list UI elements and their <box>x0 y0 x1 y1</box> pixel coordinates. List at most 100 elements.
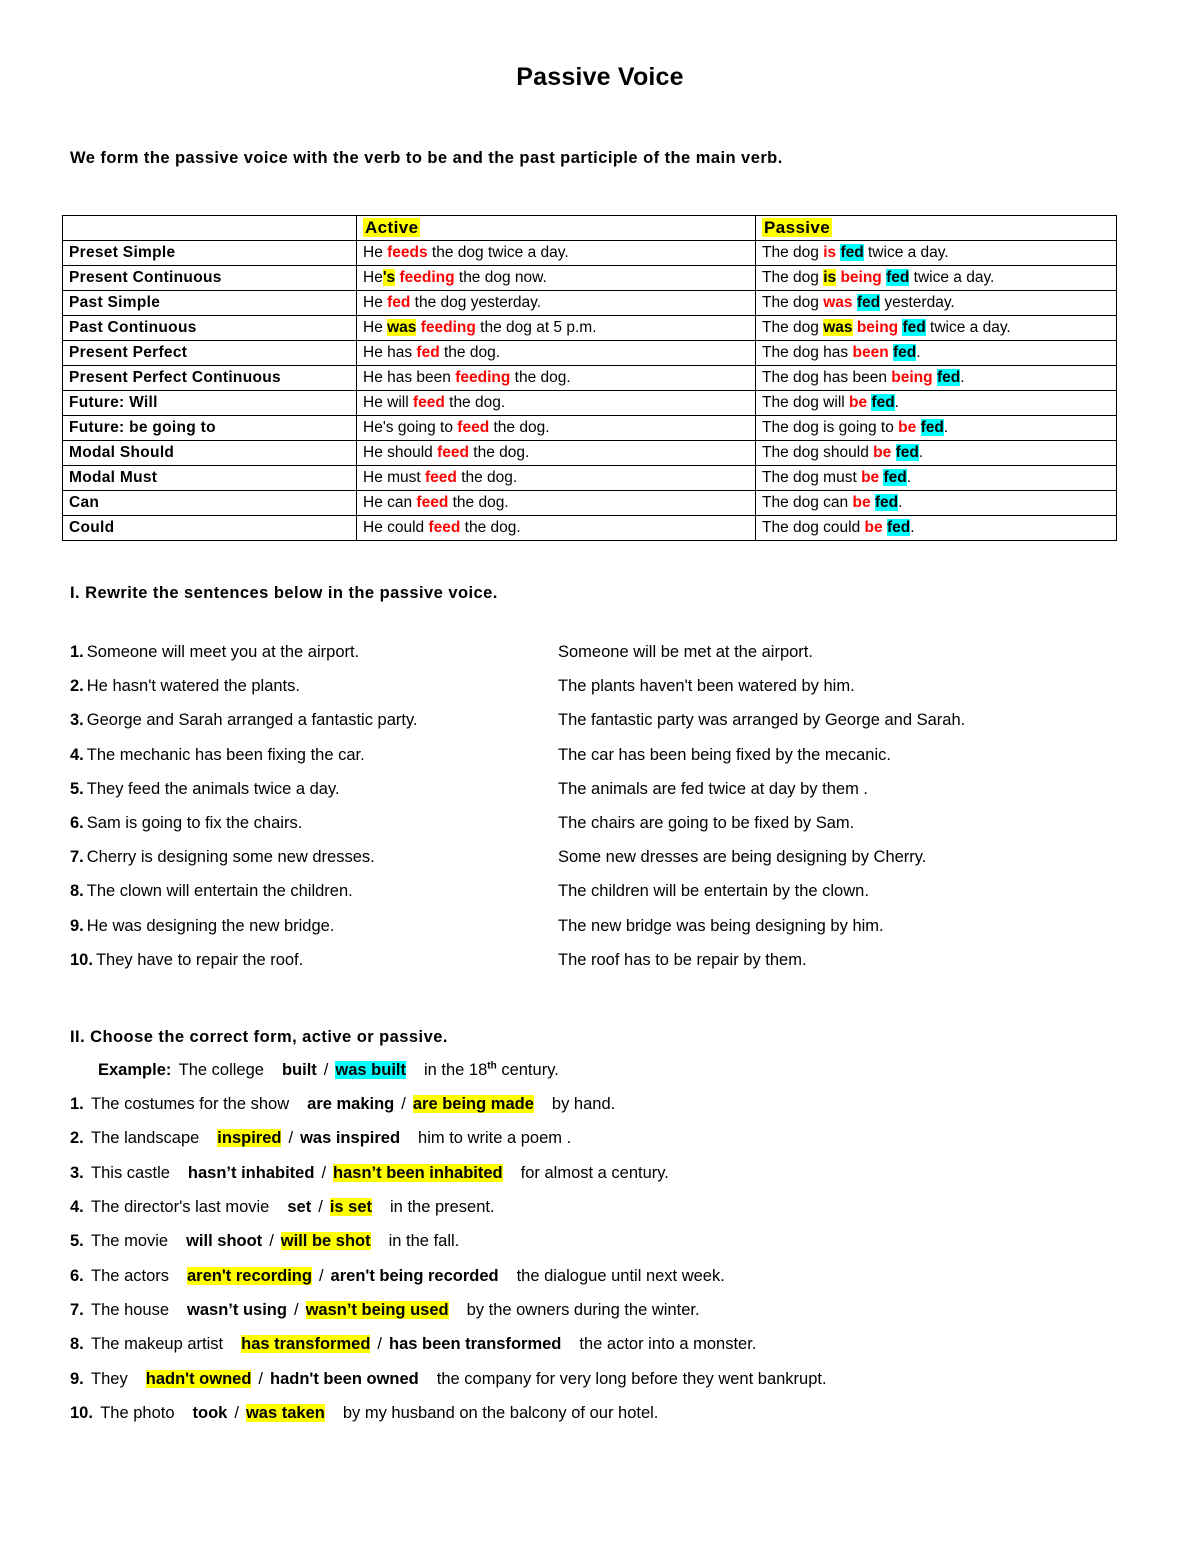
passive-answer-text: The car has been being fixed by the meca… <box>558 745 891 764</box>
passive-sentence-cell: The dog could be fed. <box>755 515 1117 541</box>
passive-voice-conjugation-table: Active Passive Preset Simple He feeds the… <box>62 215 1117 541</box>
exercise-2-item: 3. This castle hasn’t inhabited / hasn’t be… <box>70 1156 1200 1190</box>
emphasis-red: feeding <box>455 369 511 386</box>
passive-sentence-cell: The dog has been fed. <box>755 340 1117 366</box>
option-2[interactable]: is set <box>329 1198 373 1217</box>
exercise-1-item: 10. They have to repair the roof. The roof… <box>70 951 1200 985</box>
plain-text: yesterday. <box>880 294 955 311</box>
active-sentence-cell: He's feeding the dog now. <box>356 265 756 291</box>
plain-text: the dog now. <box>454 269 547 286</box>
exercise-2-item: 7. The house wasn’t using / wasn’t being us… <box>70 1293 1200 1327</box>
passive-sentence-cell: The dog was fed yesterday. <box>755 290 1117 316</box>
item-number: 3. <box>70 711 84 730</box>
active-sentence-text: Sam is going to fix the chairs. <box>86 813 303 832</box>
option-1[interactable]: hadn't owned <box>145 1369 252 1388</box>
active-sentence: 10. They have to repair the roof. <box>70 951 558 970</box>
plain-text: He has been <box>363 369 456 386</box>
example-after-text-2: century. <box>496 1060 559 1079</box>
option-1[interactable]: inspired <box>217 1129 282 1148</box>
tense-label-cell: Future: Will <box>62 390 357 416</box>
option-separator: / <box>377 1335 382 1354</box>
plain-text: . <box>943 419 949 436</box>
exercise-2-item: 5. The movie will shoot / will be shot in th… <box>70 1224 1200 1258</box>
passive-sentence-cell: The dog is being fed twice a day. <box>755 265 1117 291</box>
option-1[interactable]: will shoot <box>186 1232 262 1250</box>
emphasis-red: fed <box>416 344 440 361</box>
emphasis-red: be <box>864 519 883 536</box>
plain-text: the dog. <box>444 394 506 411</box>
active-sentence-cell: He can feed the dog. <box>356 490 756 516</box>
plain-text: He's going to <box>363 419 458 436</box>
sentence-before-text: The makeup artist <box>86 1335 224 1354</box>
option-1[interactable]: set <box>287 1198 311 1216</box>
passive-sentence-cell: The dog has been being fed. <box>755 365 1117 391</box>
exercise-2-item: 9. They hadn't owned / hadn't been owned the… <box>70 1362 1200 1396</box>
example-before-text: The college <box>174 1060 264 1079</box>
option-1[interactable]: hasn’t inhabited <box>188 1164 315 1182</box>
table-row: Past Simple He fed the dog yesterday. The … <box>62 290 1117 316</box>
active-sentence-text: He hasn't watered the plants. <box>86 677 300 696</box>
table-row: Can He can feed the dog. The dog can be fe… <box>62 490 1117 516</box>
sentence-after-text: in the fall. <box>388 1232 460 1251</box>
passive-sentence-cell: The dog is going to be fed. <box>755 415 1117 441</box>
table-row: Past Continuous He was feeding the dog at… <box>62 315 1117 341</box>
item-number: 2. <box>70 677 84 696</box>
plain-text: the dog. <box>468 444 530 461</box>
option-2[interactable]: will be shot <box>280 1232 371 1251</box>
tense-label-cell: Present Perfect <box>62 340 357 366</box>
option-separator: / <box>323 1060 329 1079</box>
table-row: Modal Should He should feed the dog. The d… <box>62 440 1117 466</box>
option-1[interactable]: wasn’t using <box>187 1301 287 1319</box>
option-2[interactable]: has been transformed <box>389 1335 561 1353</box>
option-2[interactable]: was taken <box>245 1403 325 1422</box>
emphasis-cyan: fed <box>883 469 907 486</box>
plain-text: twice a day. <box>925 319 1011 336</box>
option-1[interactable]: aren't recording <box>187 1266 312 1285</box>
sentence-after-text: by the owners during the winter. <box>466 1300 700 1319</box>
option-2[interactable]: wasn’t being used <box>305 1300 449 1319</box>
emphasis-yellow: 's <box>382 269 396 286</box>
passive-header-label: Passive <box>762 217 833 237</box>
emphasis-red: being <box>891 369 933 386</box>
option-1[interactable]: took <box>193 1404 228 1422</box>
emphasis-cyan: fed <box>895 444 919 461</box>
sentence-after-text: in the present. <box>390 1198 495 1217</box>
emphasis-red: be <box>849 394 868 411</box>
emphasis-red: feeding <box>399 269 455 286</box>
plain-text: He <box>363 294 388 311</box>
item-number: 10. <box>70 950 93 969</box>
active-sentence-cell: He fed the dog yesterday. <box>356 290 756 316</box>
option-separator: / <box>401 1095 406 1114</box>
active-sentence-text: Cherry is designing some new dresses. <box>86 848 375 867</box>
table-row: Present Continuous He's feeding the dog n… <box>62 265 1117 291</box>
option-2[interactable]: aren't being recorded <box>331 1267 499 1285</box>
tense-label-cell: Modal Must <box>62 465 357 491</box>
example-option-2[interactable]: was built <box>335 1060 406 1079</box>
exercise-2-list: Example: The college built / was built in th… <box>0 1047 1200 1430</box>
sentence-before-text: This castle <box>86 1163 170 1182</box>
exercise-1-item: 5. They feed the animals twice a day. The … <box>70 780 1200 814</box>
tense-label-cell: Past Continuous <box>62 315 357 341</box>
option-2[interactable]: hasn’t been inhabited <box>333 1163 503 1182</box>
option-2[interactable]: are being made <box>412 1095 534 1114</box>
table-row: Present Perfect Continuous He has been fe… <box>62 365 1117 391</box>
option-2[interactable]: was inspired <box>300 1129 400 1147</box>
emphasis-red: is <box>823 244 837 261</box>
sentence-before-text: The director's last movie <box>86 1198 270 1217</box>
sentence-before-text: The actors <box>86 1266 169 1285</box>
passive-answer-text: The new bridge was being designing by hi… <box>558 916 884 935</box>
plain-text: He will <box>363 394 413 411</box>
plain-text: The dog has <box>762 344 853 361</box>
table-header-row: Active Passive <box>62 215 1117 241</box>
emphasis-red: feed <box>425 469 457 486</box>
example-label: Example: <box>98 1060 172 1079</box>
option-1[interactable]: has transformed <box>241 1335 371 1354</box>
plain-text: The dog is going to <box>762 419 899 436</box>
example-option-1[interactable]: built <box>282 1061 317 1079</box>
option-2[interactable]: hadn't been owned <box>270 1370 419 1388</box>
passive-answer-text: The children will be entertain by the cl… <box>558 882 869 901</box>
table-row: Could He could feed the dog. The dog could… <box>62 515 1117 541</box>
emphasis-red: fed <box>387 294 411 311</box>
option-1[interactable]: are making <box>307 1095 394 1113</box>
plain-text: The dog <box>762 269 824 286</box>
